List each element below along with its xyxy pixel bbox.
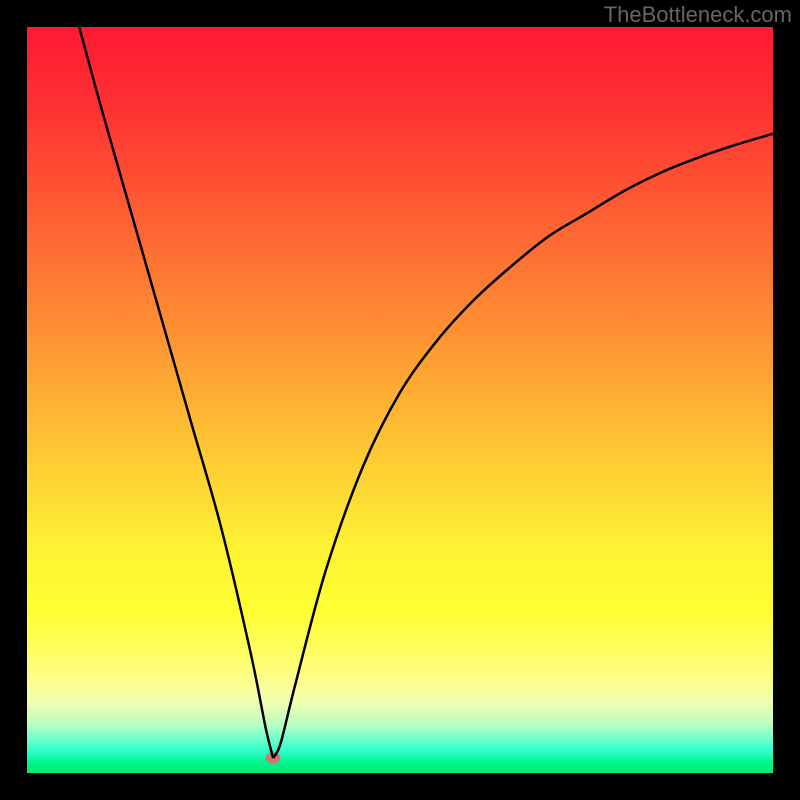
watermark-text: TheBottleneck.com (604, 2, 792, 28)
chart-container: TheBottleneck.com (0, 0, 800, 800)
bottleneck-curve (27, 27, 773, 773)
plot-area (27, 27, 773, 773)
